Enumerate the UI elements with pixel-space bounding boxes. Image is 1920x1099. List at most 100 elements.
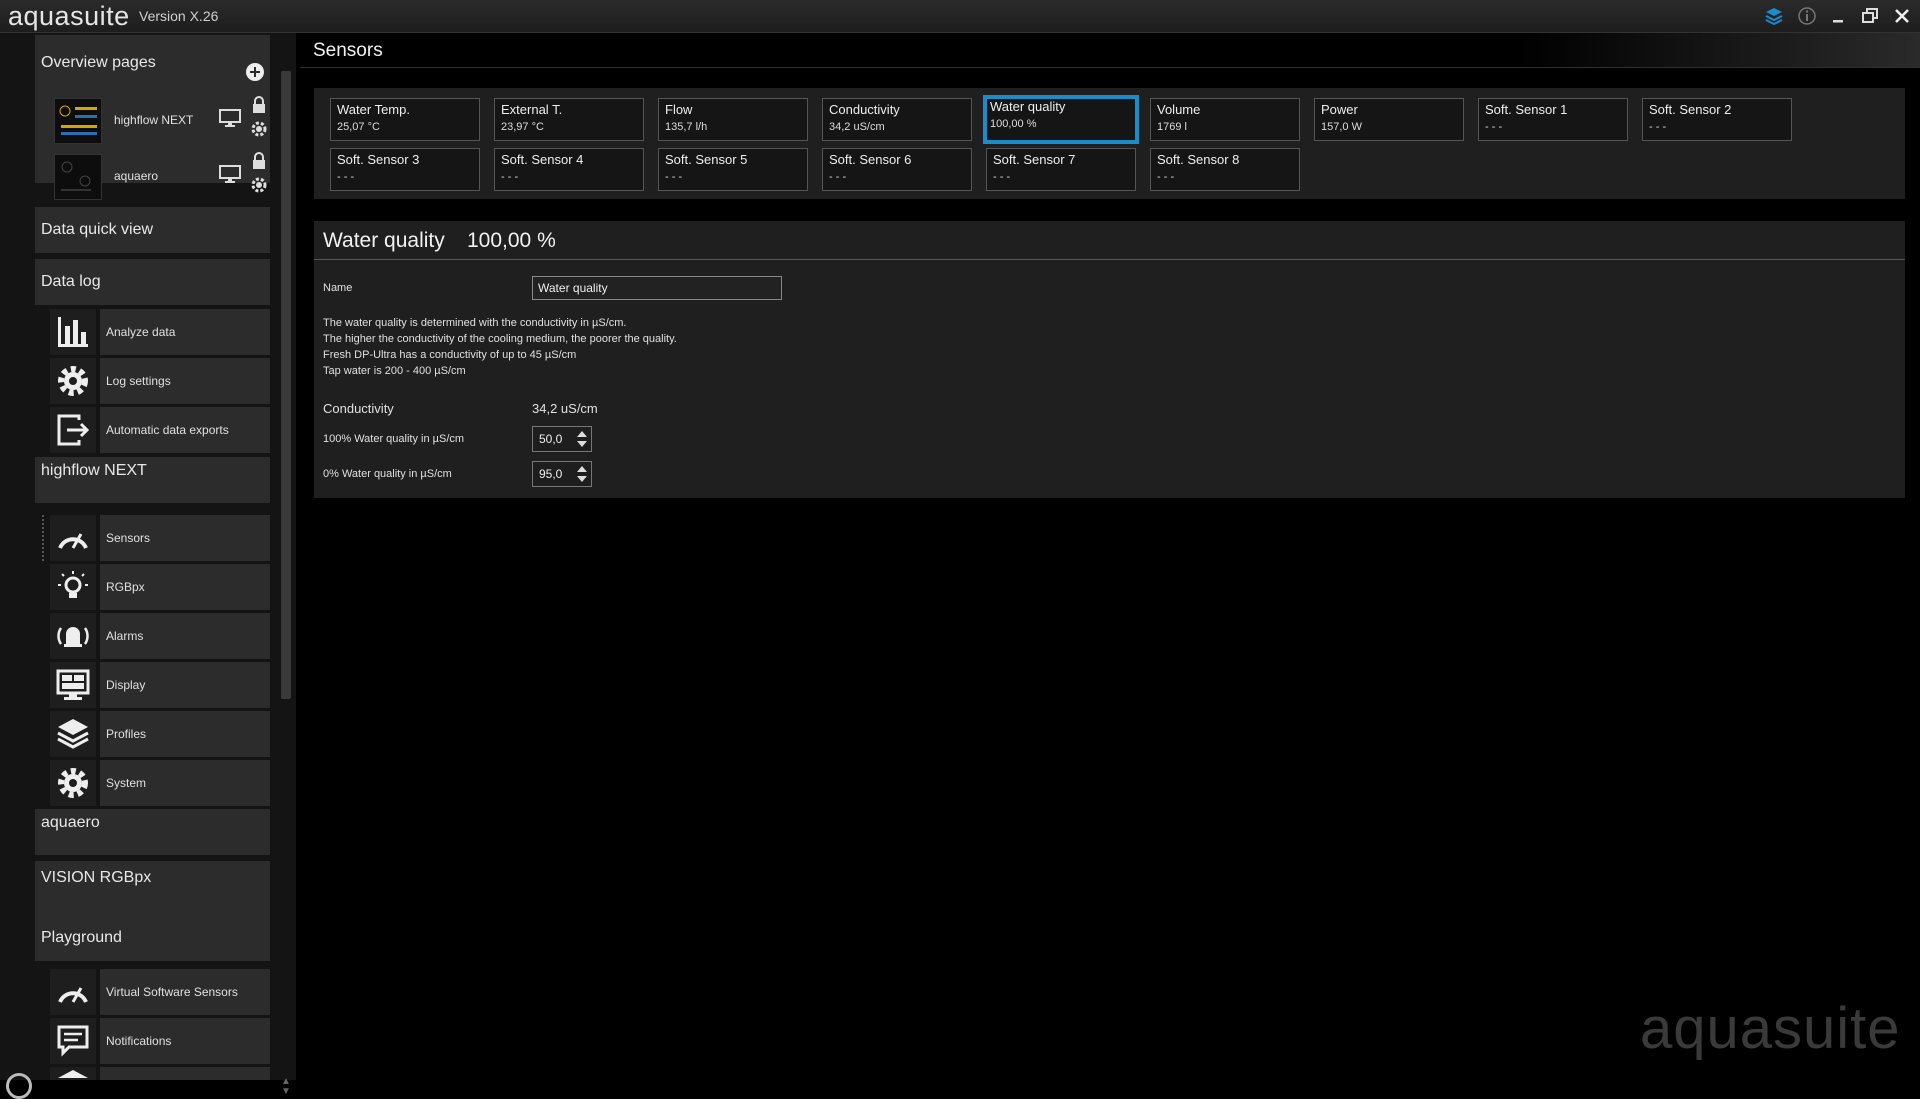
lock-icon[interactable] <box>251 152 267 170</box>
title-bar: aquasuite Version X.26 <box>0 0 1920 33</box>
highflow-section[interactable]: highflow NEXT <box>35 457 270 503</box>
conductivity-label: Conductivity <box>323 401 394 416</box>
sensor-tile[interactable]: Conductivity 34,2 uS/cm <box>822 98 972 141</box>
gear-icon[interactable] <box>250 120 268 138</box>
layers-icon[interactable] <box>1764 6 1784 26</box>
sensor-tile[interactable]: Soft. Sensor 8 - - - <box>1150 148 1300 191</box>
tile-value: 23,97 °C <box>501 121 544 133</box>
tile-value: 100,00 % <box>990 118 1037 130</box>
tile-value: - - - <box>1485 121 1503 133</box>
nav-label: Profiles <box>100 711 270 757</box>
nav-notifications[interactable]: Notifications <box>50 1018 270 1064</box>
tile-name: Water Temp. <box>337 102 410 117</box>
tile-name: Soft. Sensor 2 <box>1649 102 1732 117</box>
description-line: Tap water is 200 - 400 µS/cm <box>323 365 466 377</box>
name-input[interactable]: Water quality <box>532 276 782 300</box>
monitor-icon[interactable] <box>218 164 242 184</box>
layers-icon <box>58 1070 88 1078</box>
monitor-icon[interactable] <box>218 108 242 128</box>
export-icon <box>57 414 90 446</box>
overview-page-item[interactable]: highflow NEXT <box>50 94 270 146</box>
nav-display[interactable]: Display <box>50 662 270 708</box>
tile-name: Flow <box>665 102 693 117</box>
nav-sensors[interactable]: Sensors <box>50 515 270 561</box>
nav-partial-item[interactable] <box>50 1067 270 1080</box>
sensor-tile[interactable]: Flow 135,7 l/h <box>658 98 808 141</box>
nav-virtual-software-sensors[interactable]: Virtual Software Sensors <box>50 969 270 1015</box>
tile-name: Soft. Sensor 8 <box>1157 152 1240 167</box>
tile-name: Soft. Sensor 5 <box>665 152 748 167</box>
tile-value: - - - <box>1649 121 1667 133</box>
vision-rgbpx-section[interactable]: VISION RGBpx <box>35 861 270 915</box>
lightbulb-icon <box>58 571 88 598</box>
restore-icon[interactable] <box>1860 6 1880 26</box>
tile-value: - - - <box>501 171 519 183</box>
sensor-tile[interactable]: External T. 23,97 °C <box>494 98 644 141</box>
gear-icon[interactable] <box>250 176 268 194</box>
overview-page-item[interactable]: aquaero <box>50 150 270 202</box>
data-log-section[interactable]: Data log <box>35 259 270 305</box>
nav-label: System <box>100 760 270 806</box>
data-quick-view-section[interactable]: Data quick view <box>35 207 270 253</box>
lock-icon[interactable] <box>251 96 267 114</box>
sensor-tile[interactable]: Power 157,0 W <box>1314 98 1464 141</box>
drag-handle[interactable] <box>42 515 48 561</box>
sensor-tile[interactable]: Soft. Sensor 1 - - - <box>1478 98 1628 141</box>
app-name: aquasuite <box>8 1 130 31</box>
nav-automatic-data-exports[interactable]: Automatic data exports <box>50 407 270 453</box>
nav-label: RGBpx <box>100 564 270 610</box>
detail-header: Water quality 100,00 % <box>314 221 1905 260</box>
q100-stepper[interactable]: 50,0 <box>532 426 592 452</box>
sidebar: aquacomputer ▲▼ Overview pages highflow … <box>0 33 296 1099</box>
minimize-icon[interactable] <box>1829 6 1849 26</box>
tile-value: 25,07 °C <box>337 121 380 133</box>
bar-chart-icon <box>58 317 88 347</box>
layers-icon <box>57 719 89 749</box>
aquaero-section[interactable]: aquaero <box>35 809 270 855</box>
nav-label: Analyze data <box>100 309 270 355</box>
tile-value: 157,0 W <box>1321 121 1362 133</box>
sensor-tile[interactable]: Water Temp. 25,07 °C <box>330 98 480 141</box>
q100-label: 100% Water quality in µS/cm <box>323 433 465 445</box>
tile-value: - - - <box>829 171 847 183</box>
nav-label: Sensors <box>100 515 270 561</box>
sensor-tile[interactable]: Soft. Sensor 7 - - - <box>986 148 1136 191</box>
name-label: Name <box>323 282 353 294</box>
alarm-bell-icon <box>57 627 89 647</box>
sensor-tile[interactable]: Soft. Sensor 3 - - - <box>330 148 480 191</box>
nav-log-settings[interactable]: Log settings <box>50 358 270 404</box>
tile-value: 34,2 uS/cm <box>829 121 885 133</box>
display-icon <box>56 669 90 700</box>
sensor-tile-selected[interactable]: Water quality 100,00 % <box>983 95 1139 144</box>
gauge-icon <box>58 987 88 1003</box>
sensor-tile[interactable]: Soft. Sensor 2 - - - <box>1642 98 1792 141</box>
sensor-tile[interactable]: Soft. Sensor 4 - - - <box>494 148 644 191</box>
info-icon[interactable] <box>1797 6 1817 26</box>
nav-rgbpx[interactable]: RGBpx <box>50 564 270 610</box>
page-title: Sensors <box>313 40 383 61</box>
description-line: Fresh DP-Ultra has a conductivity of up … <box>323 349 577 361</box>
sensor-tile[interactable]: Soft. Sensor 6 - - - <box>822 148 972 191</box>
sidebar-scrollbar[interactable] <box>281 71 291 699</box>
scroll-arrows-icon[interactable]: ▲ ▼ <box>281 1077 291 1097</box>
nav-analyze-data[interactable]: Analyze data <box>50 309 270 355</box>
tile-value: 135,7 l/h <box>665 121 708 133</box>
tile-value: - - - <box>1157 171 1175 183</box>
q100-value: 50,0 <box>539 432 563 446</box>
sensor-tile[interactable]: Volume 1769 l <box>1150 98 1300 141</box>
message-icon <box>57 1025 89 1057</box>
sensor-tile[interactable]: Soft. Sensor 5 - - - <box>658 148 808 191</box>
nav-alarms[interactable]: Alarms <box>50 613 270 659</box>
q0-label: 0% Water quality in µS/cm <box>323 468 452 480</box>
q0-stepper[interactable]: 95,0 <box>532 461 592 487</box>
stepper-arrows-icon[interactable] <box>575 463 589 485</box>
playground-section[interactable]: Playground <box>35 915 270 961</box>
close-icon[interactable] <box>1892 6 1912 26</box>
stepper-arrows-icon[interactable] <box>575 428 589 450</box>
nav-system[interactable]: System <box>50 760 270 806</box>
overview-pages-label: Overview pages <box>41 54 156 71</box>
nav-profiles[interactable]: Profiles <box>50 711 270 757</box>
nav-label: Notifications <box>100 1018 270 1064</box>
add-page-icon[interactable] <box>245 62 265 82</box>
tile-name: Soft. Sensor 3 <box>337 152 420 167</box>
